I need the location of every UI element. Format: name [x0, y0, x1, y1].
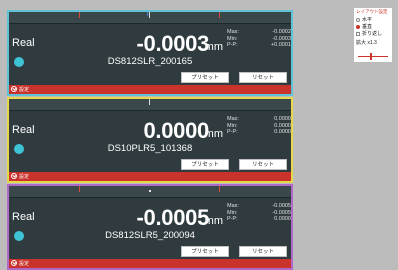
sensor-panel-body: Real -0.0005 mm Max: -0.0005 Min: -0.0005 … [9, 186, 291, 268]
measurement-value: -0.0003 [136, 31, 209, 56]
measurement-value: -0.0005 [136, 205, 209, 230]
settings-label: 設定 [19, 87, 30, 93]
layout-settings-title: レイアウト設定 [356, 9, 388, 14]
stats-block: Max: -0.0002 Min: -0.0003 P-P: +0.0001 [227, 29, 291, 49]
option-horizontal[interactable]: 水平 [356, 17, 372, 23]
chevron-down-icon[interactable] [11, 173, 17, 179]
sensor-panel-body: Real 0.0000 mm Max: 0.0000 Min: 0.0000 P-P… [9, 99, 291, 181]
unit-label: mm [204, 215, 223, 227]
sensor-panel-body: Real -0.0003 mm Max: -0.0002 Min: -0.0003 … [9, 12, 291, 94]
radio-selected-icon[interactable] [356, 25, 360, 29]
chevron-down-icon[interactable] [11, 86, 17, 92]
settings-label: 設定 [19, 174, 30, 180]
measurement-value: 0.0000 [143, 118, 210, 143]
chevron-down-icon[interactable] [11, 260, 17, 266]
checkbox-icon[interactable] [356, 32, 360, 36]
mode-label: Real [12, 124, 35, 136]
deviation-scale [9, 186, 291, 198]
scale-tick-right [219, 12, 220, 18]
stats-block: Max: -0.0005 Min: -0.0005 P-P: 0.0000 [227, 203, 291, 223]
settings-bar[interactable]: 設定 [9, 85, 291, 94]
sensor-panel-3: Real -0.0005 mm Max: -0.0005 Min: -0.0005 … [7, 184, 293, 270]
radio-icon[interactable] [356, 18, 360, 22]
stat-pp: P-P: 0.0000 [227, 129, 291, 135]
option-vertical[interactable]: 垂直 [356, 24, 372, 30]
scale-pointer [147, 12, 148, 16]
deviation-scale [9, 99, 291, 111]
scale-tick-left [79, 186, 80, 192]
reset-button[interactable]: リセット [239, 246, 287, 257]
preset-button[interactable]: プリセット [181, 72, 229, 83]
zoom-slider-handle[interactable] [370, 53, 372, 60]
zoom-label: 拡大 x1.3 [356, 40, 377, 46]
unit-label: mm [204, 41, 223, 53]
preset-button[interactable]: プリセット [181, 159, 229, 170]
scale-tick-left [79, 12, 80, 18]
deviation-scale [9, 12, 291, 24]
sensor-name: DS812SLR5_200094 [105, 230, 195, 241]
settings-label: 設定 [19, 261, 30, 267]
stats-block: Max: 0.0000 Min: 0.0000 P-P: 0.0000 [227, 116, 291, 136]
mode-label: Real [12, 37, 35, 49]
stat-pp: P-P: +0.0001 [227, 42, 291, 48]
settings-bar[interactable]: 設定 [9, 259, 291, 268]
reset-button[interactable]: リセット [239, 159, 287, 170]
mode-label: Real [12, 211, 35, 223]
sensor-panel-2: Real 0.0000 mm Max: 0.0000 Min: 0.0000 P-P… [7, 97, 293, 183]
sensor-name: DS812SLR_200165 [107, 56, 193, 67]
stat-pp: P-P: 0.0000 [227, 216, 291, 222]
sensor-panel-1: Real -0.0003 mm Max: -0.0002 Min: -0.0003 … [7, 10, 293, 96]
scale-tick-center [149, 12, 150, 18]
scale-tick-right [219, 186, 220, 192]
layout-settings-panel: レイアウト設定 水平 垂直 折り返し 拡大 x1.3 [354, 8, 392, 62]
settings-bar[interactable]: 設定 [9, 172, 291, 181]
scale-tick-center [149, 99, 150, 105]
option-wrap[interactable]: 折り返し [356, 31, 382, 37]
reset-button[interactable]: リセット [239, 72, 287, 83]
unit-label: mm [204, 128, 223, 140]
preset-button[interactable]: プリセット [181, 246, 229, 257]
scale-pointer [149, 190, 151, 192]
sensor-name: DS10PLR5_101368 [107, 143, 193, 154]
zoom-slider-track[interactable] [358, 56, 388, 57]
